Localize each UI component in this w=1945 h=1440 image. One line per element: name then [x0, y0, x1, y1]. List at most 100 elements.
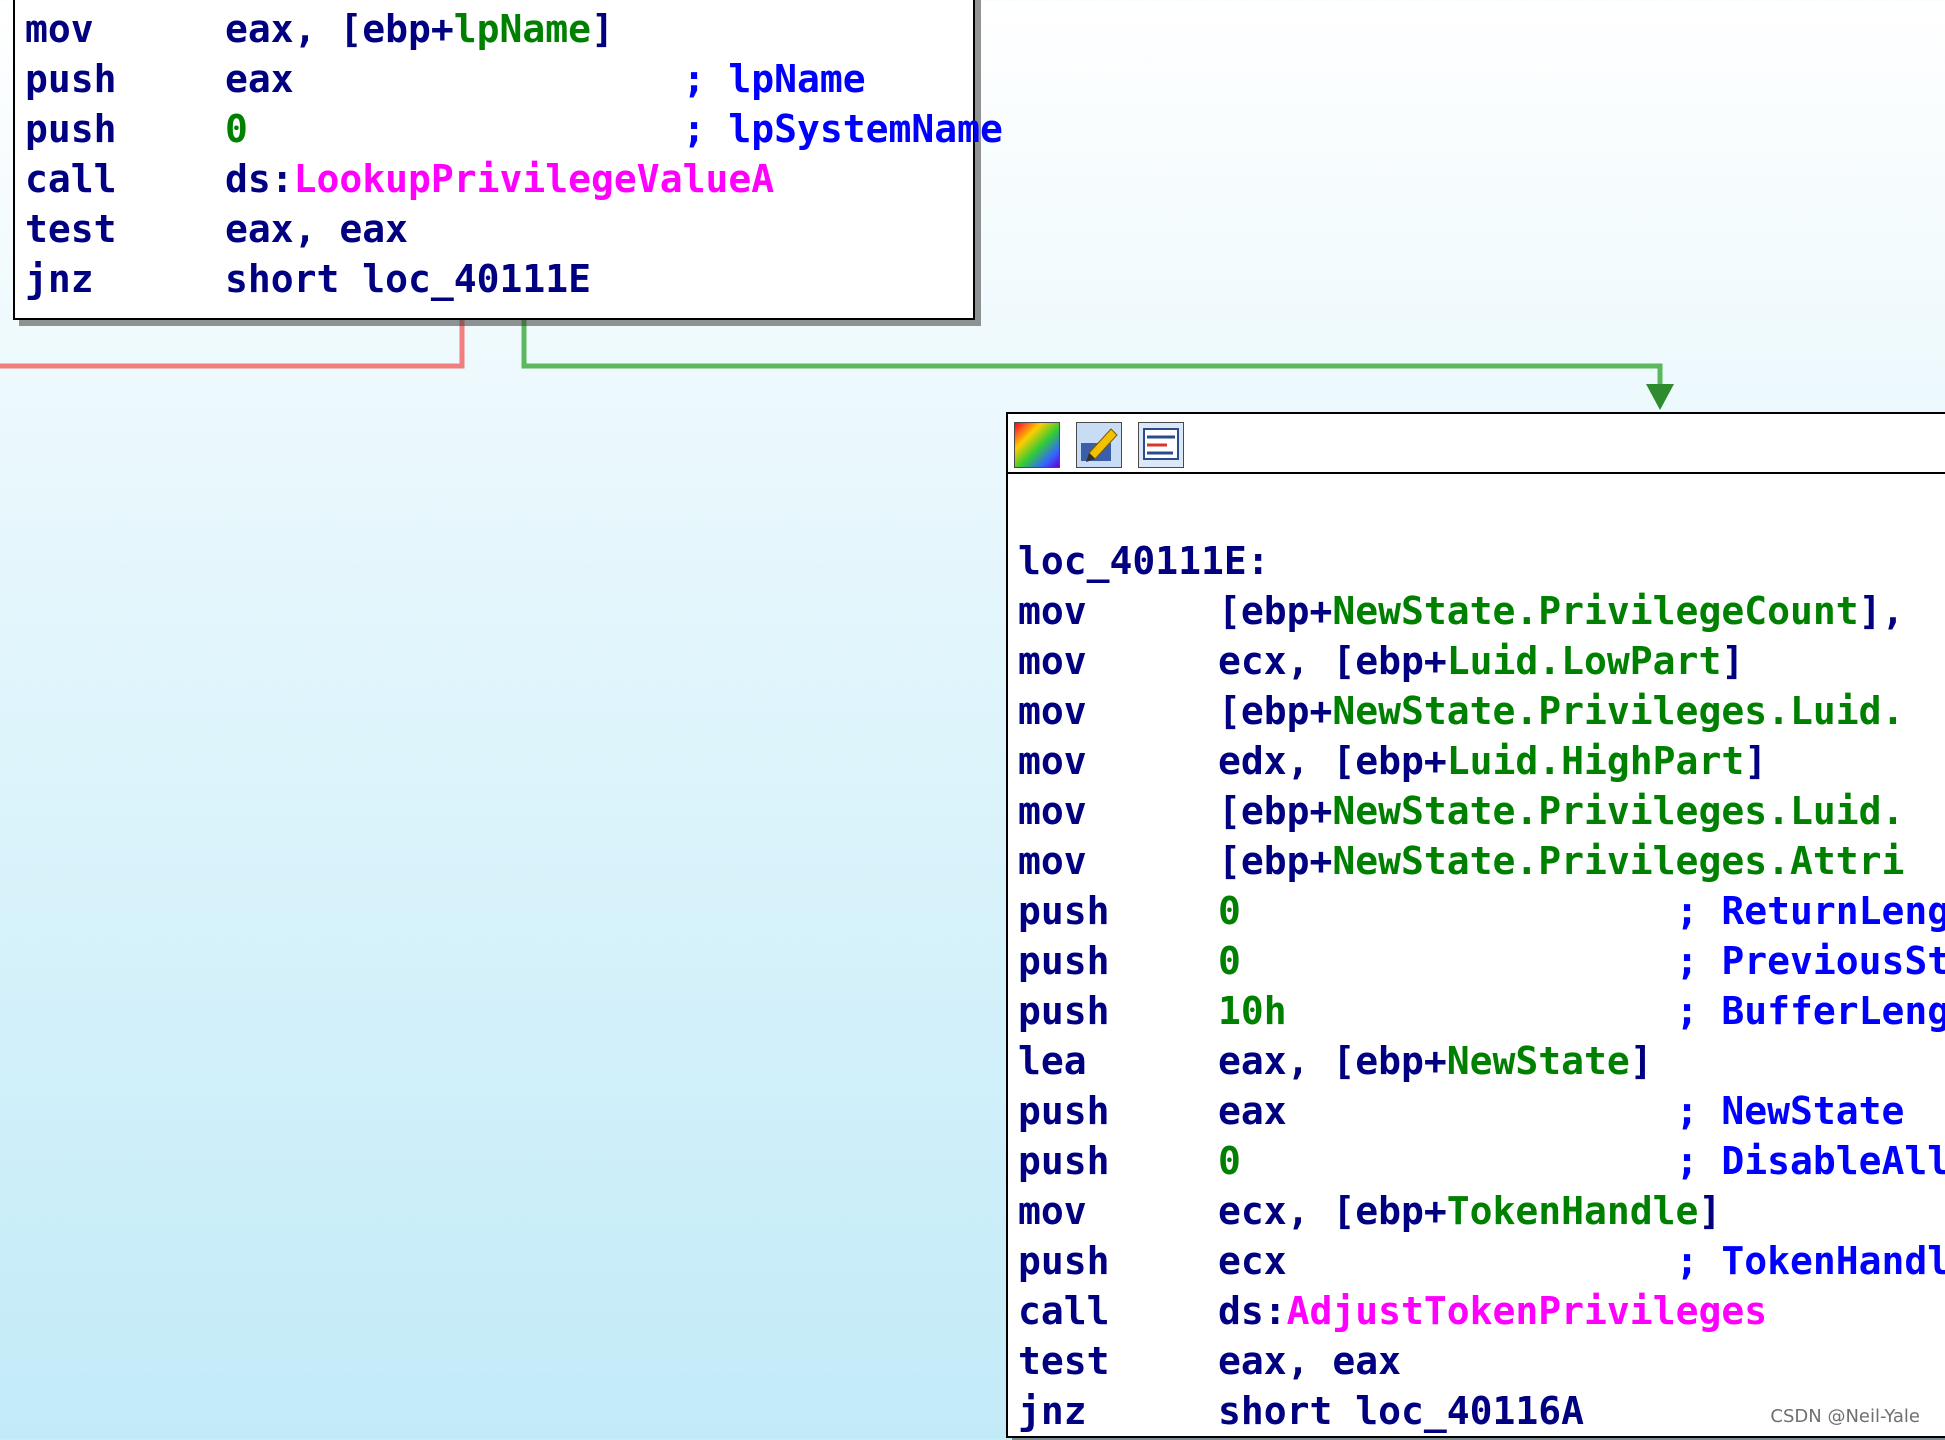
operand-token: [1241, 939, 1676, 983]
operand-token[interactable]: NewState.Privileges.Luid.: [1332, 689, 1904, 733]
basic-block-loc-40111e[interactable]: loc_40111E: mov [ebp+NewState.PrivilegeCo…: [1006, 412, 1945, 1438]
operand-token: ],: [1858, 589, 1905, 633]
asm-line[interactable]: lea eax, [ebp+NewState]: [1018, 1036, 1945, 1086]
code-listing-top: mov eax, [ebp+lpName] push eax ; lpName push…: [25, 4, 1003, 304]
operand-token: eax, eax: [225, 207, 409, 251]
asm-line[interactable]: push 0 ; lpSystemName: [25, 104, 1003, 154]
operand-token: [1241, 1139, 1676, 1183]
asm-line[interactable]: call ds:AdjustTokenPrivileges: [1018, 1286, 1945, 1336]
graph-overview-icon[interactable]: [1138, 422, 1184, 468]
asm-line[interactable]: mov ecx, [ebp+Luid.LowPart]: [1018, 636, 1945, 686]
edit-pencil-icon[interactable]: [1076, 422, 1122, 468]
operand-token: ]: [1721, 639, 1745, 683]
color-palette-icon[interactable]: [1014, 422, 1060, 468]
mnemonic: mov: [1018, 1189, 1087, 1233]
asm-line[interactable]: test eax, eax: [1018, 1336, 1945, 1386]
mnemonic: test: [25, 207, 117, 251]
operand-token: 0: [1218, 939, 1241, 983]
asm-line[interactable]: push eax ; lpName: [25, 54, 1003, 104]
operand-token: 0: [1218, 1139, 1241, 1183]
operand-token: ; BufferLength: [1675, 989, 1945, 1033]
block-toolbar: [1008, 414, 1945, 474]
mnemonic: test: [1018, 1339, 1110, 1383]
operand-token: [ebp+: [1218, 789, 1333, 833]
asm-line[interactable]: push 0 ; PreviousStat: [1018, 936, 1945, 986]
false-branch-edge: [0, 318, 465, 369]
mnemonic: push: [25, 107, 117, 151]
true-branch-arrow-icon: [1646, 384, 1674, 410]
mnemonic: mov: [1018, 789, 1087, 833]
operand-token: ; PreviousStat: [1675, 939, 1945, 983]
asm-line[interactable]: jnz short loc_40111E: [25, 254, 1003, 304]
operand-token: ecx: [1218, 1239, 1676, 1283]
operand-token: ds:: [225, 157, 294, 201]
asm-line[interactable]: test eax, eax: [25, 204, 1003, 254]
operand-token: ]: [1744, 739, 1768, 783]
operand-token[interactable]: NewState.PrivilegeCount: [1332, 589, 1858, 633]
asm-line[interactable]: push ecx ; TokenHandle: [1018, 1236, 1945, 1286]
operand-token: eax, [ebp+: [225, 7, 454, 51]
operand-token: 0: [225, 107, 248, 151]
operand-token[interactable]: NewState.Privileges.Luid.: [1332, 789, 1904, 833]
operand-token: ]: [1629, 1039, 1653, 1083]
mnemonic: mov: [1018, 689, 1087, 733]
asm-line[interactable]: call ds:LookupPrivilegeValueA: [25, 154, 1003, 204]
asm-line[interactable]: mov [ebp+NewState.Privileges.Luid.: [1018, 686, 1945, 736]
operand-token[interactable]: NewState: [1447, 1039, 1630, 1083]
operand-token[interactable]: NewState.Privileges.Attri: [1332, 839, 1904, 883]
operand-token: ecx, [ebp+: [1218, 639, 1447, 683]
operand-token: ; lpSystemName: [682, 107, 1003, 151]
operand-token[interactable]: lpName: [454, 7, 591, 51]
operand-token: [ebp+: [1218, 589, 1333, 633]
operand-token: [ebp+: [1218, 839, 1333, 883]
mnemonic: push: [25, 57, 117, 101]
operand-token: [ebp+: [1218, 689, 1333, 733]
asm-line[interactable]: push 0 ; ReturnLength: [1018, 886, 1945, 936]
asm-line[interactable]: push eax ; NewState: [1018, 1086, 1945, 1136]
operand-token: ; NewState: [1675, 1089, 1905, 1133]
mnemonic: mov: [1018, 739, 1087, 783]
mnemonic: mov: [25, 7, 94, 51]
operand-token: [1287, 989, 1676, 1033]
block-label[interactable]: loc_40111E:: [1018, 536, 1945, 586]
operand-token[interactable]: LookupPrivilegeValueA: [294, 157, 774, 201]
mnemonic: mov: [1018, 639, 1087, 683]
asm-line[interactable]: mov [ebp+NewState.Privileges.Luid.: [1018, 786, 1945, 836]
operand-token[interactable]: Luid.LowPart: [1447, 639, 1722, 683]
operand-token: short loc_40111E: [225, 257, 592, 301]
operand-token: ]: [1698, 1189, 1722, 1233]
operand-token[interactable]: TokenHandle: [1447, 1189, 1699, 1233]
asm-line[interactable]: mov edx, [ebp+Luid.HighPart]: [1018, 736, 1945, 786]
operand-token: ; lpName: [682, 57, 866, 101]
operand-token: [248, 107, 683, 151]
operand-token: short loc_40116A: [1218, 1389, 1585, 1433]
mnemonic: push: [1018, 989, 1110, 1033]
asm-line[interactable]: mov eax, [ebp+lpName]: [25, 4, 1003, 54]
operand-token[interactable]: Luid.HighPart: [1447, 739, 1744, 783]
asm-line[interactable]: mov [ebp+NewState.Privileges.Attri: [1018, 836, 1945, 886]
mnemonic: jnz: [1018, 1389, 1087, 1433]
operand-token: ecx, [ebp+: [1218, 1189, 1447, 1233]
operand-token: eax, [ebp+: [1218, 1039, 1447, 1083]
mnemonic: jnz: [25, 257, 94, 301]
asm-line[interactable]: mov [ebp+NewState.PrivilegeCount],: [1018, 586, 1945, 636]
operand-token: ; ReturnLength: [1675, 889, 1945, 933]
operand-token: eax: [1218, 1089, 1676, 1133]
operand-token: 0: [1218, 889, 1241, 933]
mnemonic: push: [1018, 889, 1110, 933]
mnemonic: call: [1018, 1289, 1110, 1333]
operand-token: [1241, 889, 1676, 933]
asm-line[interactable]: push 0 ; DisableAllPr: [1018, 1136, 1945, 1186]
operand-token: ]: [591, 7, 614, 51]
operand-token[interactable]: AdjustTokenPrivileges: [1287, 1289, 1767, 1333]
asm-line[interactable]: push 10h ; BufferLength: [1018, 986, 1945, 1036]
mnemonic: call: [25, 157, 117, 201]
basic-block-top[interactable]: mov eax, [ebp+lpName] push eax ; lpName push…: [13, 0, 1003, 320]
mnemonic: push: [1018, 1089, 1110, 1133]
mnemonic: mov: [1018, 589, 1087, 633]
operand-token: ; DisableAllPr: [1675, 1139, 1945, 1183]
asm-line[interactable]: mov ecx, [ebp+TokenHandle]: [1018, 1186, 1945, 1236]
watermark: CSDN @Neil-Yale: [1770, 1406, 1920, 1427]
mnemonic: mov: [1018, 839, 1087, 883]
true-branch-edge: [521, 318, 1663, 386]
